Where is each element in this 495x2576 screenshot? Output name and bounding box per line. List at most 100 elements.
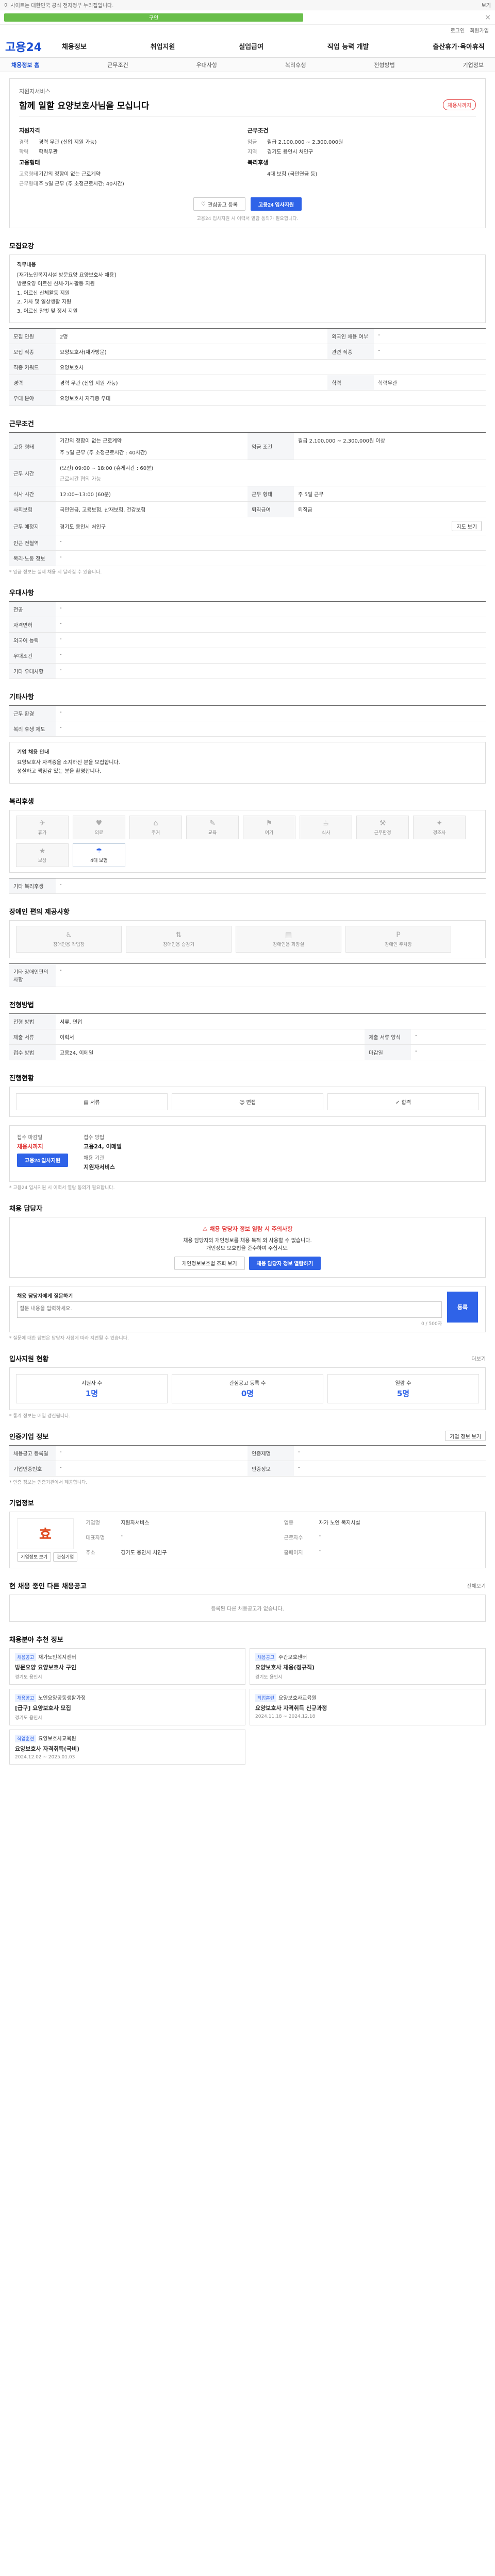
tab-work[interactable]: 근무조건 xyxy=(107,61,128,69)
apply-button[interactable]: 고용24 입사지원 xyxy=(250,197,302,211)
recommend-grid: 채용공고 재가노인복지센터 방문요양 요양보호사 구인 경기도 용인시 채용공고 주간보호… xyxy=(9,1648,486,1765)
gnb-item-jobs[interactable]: 채용정보 xyxy=(62,41,87,51)
tab-process[interactable]: 전형방법 xyxy=(374,61,394,69)
gov-banner-toggle[interactable]: 보기 xyxy=(482,1,491,9)
company-field-key: 근로자수 xyxy=(284,1535,303,1541)
similar-empty: 등록된 다른 채용공고가 없습니다. xyxy=(9,1594,486,1622)
inquiry-input[interactable] xyxy=(17,1301,442,1318)
stat-box: 관심공고 등록 수 0명 xyxy=(172,1374,323,1403)
apply-button-2[interactable]: 고용24 입사지원 xyxy=(17,1153,69,1167)
row-value: 이력서 xyxy=(56,1029,365,1045)
apply-deadline-value: 채용시까지 xyxy=(17,1143,43,1150)
status-step: ✓ 합격 xyxy=(327,1093,479,1110)
company-field-key: 기업명 xyxy=(86,1520,100,1526)
work-days: 주 5일 근무 (주 소정근로시간 : 40시간) xyxy=(60,450,147,456)
row-value: 월급 2,100,000 ~ 2,300,000원 이상 xyxy=(294,432,486,460)
row-key: 제출 서류 양식 xyxy=(365,1029,411,1045)
view-manager-button[interactable]: 채용 담당자 정보 열람하기 xyxy=(249,1256,321,1270)
gnb-item-support[interactable]: 취업지원 xyxy=(151,41,175,51)
stat-number: 1명 xyxy=(85,1388,98,1398)
summary-row: 지역 경기도 용인시 처인구 xyxy=(248,147,476,155)
welfare-item: ⚒ 근무환경 xyxy=(356,815,409,839)
close-icon[interactable]: × xyxy=(485,13,491,22)
signup-link[interactable]: 회원가입 xyxy=(470,26,489,34)
promo-bar[interactable]: 구인 xyxy=(4,13,303,22)
privacy-law-button[interactable]: 개인정보보호법 조회 보기 xyxy=(174,1256,245,1270)
row-value: - xyxy=(56,550,486,566)
company-field-key: 홈페이지 xyxy=(284,1550,303,1556)
table-row: 채용공고 등록일 - 인증제명 - xyxy=(9,1445,486,1461)
login-link[interactable]: 로그인 xyxy=(451,26,465,34)
row-value: 학력무관 xyxy=(374,375,486,391)
tab-pref[interactable]: 우대사항 xyxy=(196,61,217,69)
company-info-button[interactable]: 기업정보 보기 xyxy=(17,1552,52,1562)
company-box: 효 기업정보 보기 관심기업 기업명 지원자서비스 업종 재가 노인 복지시설 대표… xyxy=(9,1511,486,1568)
company-notice-line: 성실하고 책임감 있는 분을 환영합니다. xyxy=(17,769,102,774)
tab-company[interactable]: 기업정보 xyxy=(463,61,484,69)
row-value: - xyxy=(56,617,486,633)
status-section: 진행현황 ▤ 서류 ☺ 면접 ✓ 합격 xyxy=(9,1069,486,1117)
inquiry-submit-button[interactable]: 등록 xyxy=(447,1291,478,1323)
work-table: 고용 형태 기간의 정함이 없는 근로계약 주 5일 근무 (주 소정근로시간 … xyxy=(9,432,486,566)
welfare-item: ✎ 교육 xyxy=(186,815,239,839)
stats-more-link[interactable]: 더보기 xyxy=(471,1354,486,1362)
gnb-item-leave[interactable]: 출산휴가·육아휴직 xyxy=(433,41,485,51)
similar-header: 현 채용 중인 다른 채용공고 전체보기 xyxy=(9,1577,486,1595)
row-value: - xyxy=(411,1044,486,1060)
summary-key: 임금 xyxy=(248,140,257,145)
map-button[interactable]: 지도 보기 xyxy=(452,521,482,531)
welfare-item: ⌂ 주거 xyxy=(129,815,182,839)
footer-gap xyxy=(0,1765,495,1777)
row-key: 기타 우대사항 xyxy=(9,663,56,679)
tab-welfare[interactable]: 복리후생 xyxy=(285,61,306,69)
gov-banner-text: 이 사이트는 대한민국 공식 전자정부 누리집입니다. xyxy=(4,3,114,9)
welfare-icon: ⚑ xyxy=(266,819,273,827)
row-value: - xyxy=(294,1445,486,1461)
site-logo[interactable]: 고용24 xyxy=(5,38,62,55)
manager-section: 채용 담당자 ⚠ 채용 담당자 정보 열람 시 주의사항 채용 담당자의 개인정… xyxy=(9,1199,486,1278)
row-value: 2명 xyxy=(56,328,328,344)
row-key: 외국인 채용 여부 xyxy=(327,328,374,344)
recommend-card-title: 요양보호사 자격취득(국비) xyxy=(15,1745,80,1752)
recommend-card[interactable]: 직업훈련 요양보호사교육원 요양보호사 자격취득(국비) 2024.12.02 ~ 2… xyxy=(9,1729,245,1765)
row-value: - xyxy=(56,535,486,551)
cert-info-button[interactable]: 기업 정보 보기 xyxy=(445,1431,486,1441)
recommend-card[interactable]: 채용공고 노인요양공동생활가정 [급구] 요양보호사 모집 경기도 용인시 xyxy=(9,1688,245,1725)
save-job-label: 관심공고 등록 xyxy=(207,202,238,208)
disabled-title: 장애인 편의 제공사항 xyxy=(9,908,70,916)
document-icon: ▤ xyxy=(84,1099,91,1106)
tab-recruit[interactable]: 채용정보 홈 xyxy=(11,61,39,69)
alert-icon: ⚠ xyxy=(202,1225,210,1232)
row-key: 경력 xyxy=(9,375,56,391)
recommend-card[interactable]: 채용공고 주간보호센터 요양보호사 채용(정규직) 경기도 용인시 xyxy=(250,1648,486,1685)
similar-more-link[interactable]: 전체보기 xyxy=(467,1582,486,1589)
work-hours-note: 근로시간 협의 가능 xyxy=(60,477,101,482)
stats-title: 입사지원 현황 xyxy=(9,1355,49,1363)
gnb-item-benefit[interactable]: 실업급여 xyxy=(239,41,263,51)
row-value: - xyxy=(56,1461,248,1477)
row-key: 전형 방법 xyxy=(9,1013,56,1029)
company-field-key: 업종 xyxy=(284,1520,294,1526)
apply-note-2: * 고용24 입사지원 시 이력서 열람 동의가 필요합니다. xyxy=(9,1185,115,1191)
stat-label: 관심공고 등록 수 xyxy=(229,1380,266,1386)
disabled-item: ♿ 장애인용 작업장 xyxy=(16,925,122,953)
row-value: 요양보호사 xyxy=(56,359,486,375)
gnb-item-training[interactable]: 직업 능력 개발 xyxy=(327,41,369,51)
table-row: 식사 시간 12:00~13:00 (60분) 근무 형태 주 5일 근무 xyxy=(9,486,486,502)
welfare-item: ☕ 식사 xyxy=(300,815,352,839)
recommend-card[interactable]: 채용공고 재가노인복지센터 방문요양 요양보호사 구인 경기도 용인시 xyxy=(9,1648,245,1685)
summary-value: 학력무관 xyxy=(39,149,58,155)
cert-note: * 인증 정보는 인증기관에서 제공합니다. xyxy=(9,1480,88,1485)
save-job-button[interactable]: ♡ 관심공고 등록 xyxy=(193,197,245,211)
welfare-label: 식사 xyxy=(321,830,331,836)
table-row: 인근 전철역 - xyxy=(9,535,486,551)
row-key: 직종 키워드 xyxy=(9,359,56,375)
work-title: 근무조건 xyxy=(9,420,34,428)
row-key: 인증제명 xyxy=(248,1445,294,1461)
work-hours: (오전) 09:00 ~ 18:00 (휴게시간 : 60분) xyxy=(60,466,154,471)
row-key: 근무 예정지 xyxy=(9,517,56,535)
location-row: 경기도 용인시 처인구 지도 보기 xyxy=(60,521,482,531)
favorite-company-button[interactable]: 관심기업 xyxy=(53,1552,78,1562)
welfare-icon: ☂ xyxy=(95,846,103,855)
recommend-card[interactable]: 직업훈련 요양보호사교육원 요양보호사 자격취득 신규과정 2024.11.18 ~ … xyxy=(250,1688,486,1725)
